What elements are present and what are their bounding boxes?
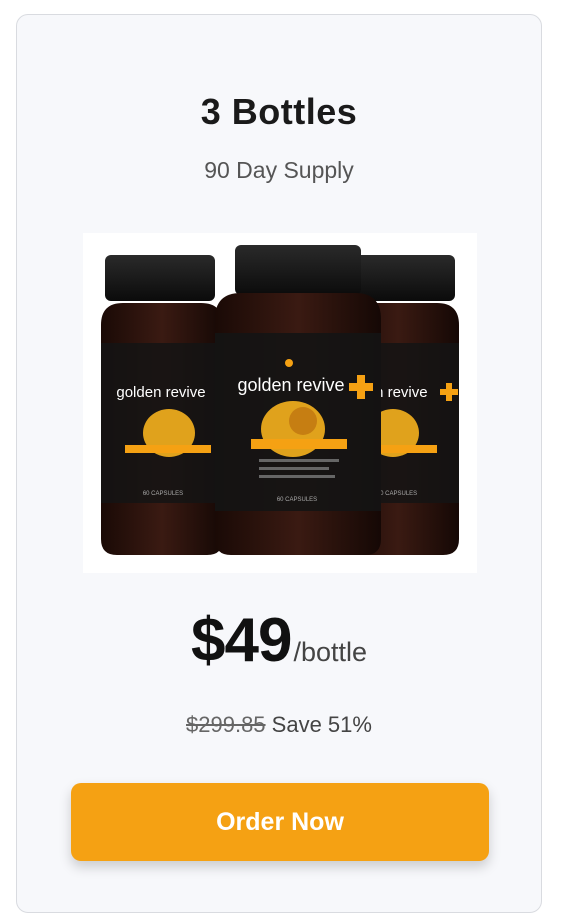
- svg-text:golden revive: golden revive: [237, 375, 344, 395]
- price: $49: [190, 606, 292, 675]
- order-now-button[interactable]: Order Now: [71, 783, 489, 861]
- bottles-illustration: golden revive 60 CAPSULES den revive 60 …: [101, 245, 459, 555]
- bottle-left: golden revive 60 CAPSULES: [101, 255, 223, 555]
- original-price: $299.85: [186, 712, 266, 737]
- pricing-card: 3 Bottles 90 Day Supply golden revive 60…: [16, 14, 542, 913]
- supply-duration: 90 Day Supply: [204, 157, 354, 183]
- svg-text:60 CAPSULES: 60 CAPSULES: [377, 491, 417, 497]
- savings-row: $299.85 Save 51%: [17, 712, 541, 738]
- svg-text:golden revive: golden revive: [116, 384, 205, 401]
- svg-text:60 CAPSULES: 60 CAPSULES: [143, 491, 183, 497]
- price-row: $49/bottle: [17, 605, 541, 676]
- product-image: golden revive 60 CAPSULES den revive 60 …: [83, 233, 477, 573]
- bottle-center: golden revive 60 CAPSULES: [215, 245, 381, 555]
- price-unit: /bottle: [293, 637, 367, 667]
- package-title: 3 Bottles: [200, 91, 358, 132]
- savings-text: Save 51%: [271, 712, 372, 737]
- svg-text:60 CAPSULES: 60 CAPSULES: [277, 497, 317, 503]
